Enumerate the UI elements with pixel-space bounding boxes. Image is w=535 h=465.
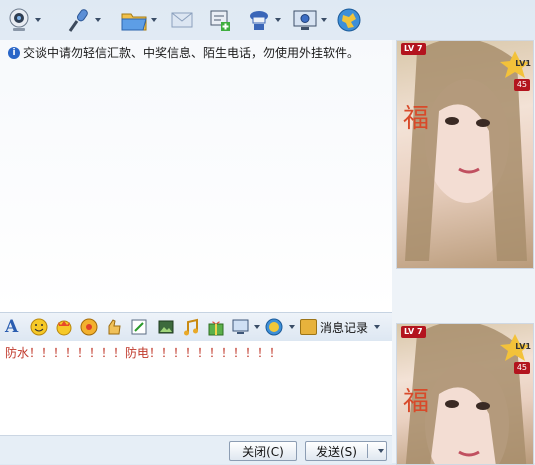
- send-label: 发送(S): [316, 444, 357, 459]
- send-file-button[interactable]: [120, 6, 157, 34]
- security-notice: i 交谈中请勿轻信汇款、中奖信息、陌生电话，勿使用外挂软件。: [8, 44, 359, 61]
- history-icon: [300, 319, 317, 335]
- shake-icon[interactable]: [105, 318, 123, 336]
- microphone-icon: [68, 9, 88, 32]
- emoji-icon[interactable]: [30, 318, 48, 336]
- globe-icon: [337, 8, 361, 32]
- monitor-gear-icon: [293, 10, 317, 30]
- remote-video[interactable]: 福 LV 7 LV1 45: [396, 40, 534, 269]
- input-toolbar: A 消息记录: [0, 312, 392, 342]
- magic-expression-icon[interactable]: [80, 318, 98, 336]
- close-button[interactable]: 关闭(C): [229, 441, 297, 461]
- webcam-icon: [9, 8, 29, 31]
- people-icon: [250, 11, 268, 30]
- gift-icon[interactable]: [207, 318, 225, 336]
- star-level: LV1: [515, 59, 531, 68]
- qq-space-button[interactable]: [336, 6, 362, 34]
- chevron-down-icon[interactable]: [95, 18, 101, 22]
- chevron-down-icon[interactable]: [151, 18, 157, 22]
- video-frame-image: 福: [403, 41, 530, 261]
- voice-call-button[interactable]: [66, 6, 101, 34]
- send-sms-button[interactable]: [170, 6, 194, 34]
- chevron-down-icon[interactable]: [321, 18, 327, 22]
- video-call-button[interactable]: [6, 6, 41, 34]
- create-discussion-button[interactable]: [208, 6, 232, 34]
- music-icon[interactable]: [182, 318, 200, 336]
- message-history-button[interactable]: 消息记录: [300, 317, 381, 337]
- info-icon: i: [8, 46, 20, 59]
- image-icon[interactable]: [157, 318, 175, 336]
- chevron-down-icon[interactable]: [374, 325, 381, 329]
- video-panel: 福 LV 7 LV1 45 福 LV 7 LV1 45: [392, 40, 535, 465]
- local-video[interactable]: 福 LV 7 LV1 45: [396, 323, 534, 465]
- send-divider: [367, 444, 368, 458]
- chat-toolbar: [0, 0, 392, 40]
- screenshot-icon[interactable]: [232, 318, 250, 336]
- envelope-icon: [171, 12, 193, 28]
- remote-assist-button[interactable]: [246, 6, 281, 34]
- video-frame-image: 福: [403, 324, 530, 464]
- message-input[interactable]: 防水！！！！！！！！防电！！！！！！！！！！！: [0, 341, 392, 435]
- bottom-bar: 关闭(C) 发送(S): [0, 435, 392, 464]
- add-chat-icon: [210, 10, 230, 31]
- chevron-down-icon[interactable]: [289, 325, 295, 329]
- pen-icon[interactable]: [130, 318, 148, 336]
- volume-badge[interactable]: 45: [513, 362, 530, 374]
- send-options-chevron-icon[interactable]: [378, 449, 384, 453]
- folder-icon: [121, 13, 147, 31]
- font-icon[interactable]: A: [5, 318, 23, 336]
- star-level: LV1: [515, 342, 531, 351]
- coin-icon[interactable]: [265, 318, 283, 336]
- apps-button[interactable]: [292, 6, 327, 34]
- volume-badge[interactable]: 45: [513, 79, 530, 91]
- chevron-down-icon[interactable]: [275, 18, 281, 22]
- message-history-label: 消息记录: [320, 320, 369, 335]
- message-input-text: 防水！！！！！！！！防电！！！！！！！！！！！: [5, 346, 282, 360]
- chevron-down-icon[interactable]: [35, 18, 41, 22]
- chevron-down-icon[interactable]: [254, 325, 260, 329]
- send-button[interactable]: 发送(S): [305, 441, 387, 461]
- svg-text:福: 福: [403, 387, 429, 417]
- security-notice-text: 交谈中请勿轻信汇款、中奖信息、陌生电话，勿使用外挂软件。: [23, 46, 360, 60]
- vip-emoji-icon[interactable]: [55, 318, 73, 336]
- level-badge: LV 7: [401, 43, 426, 55]
- level-badge: LV 7: [401, 326, 426, 338]
- svg-text:福: 福: [403, 104, 429, 134]
- chat-history[interactable]: [0, 40, 392, 312]
